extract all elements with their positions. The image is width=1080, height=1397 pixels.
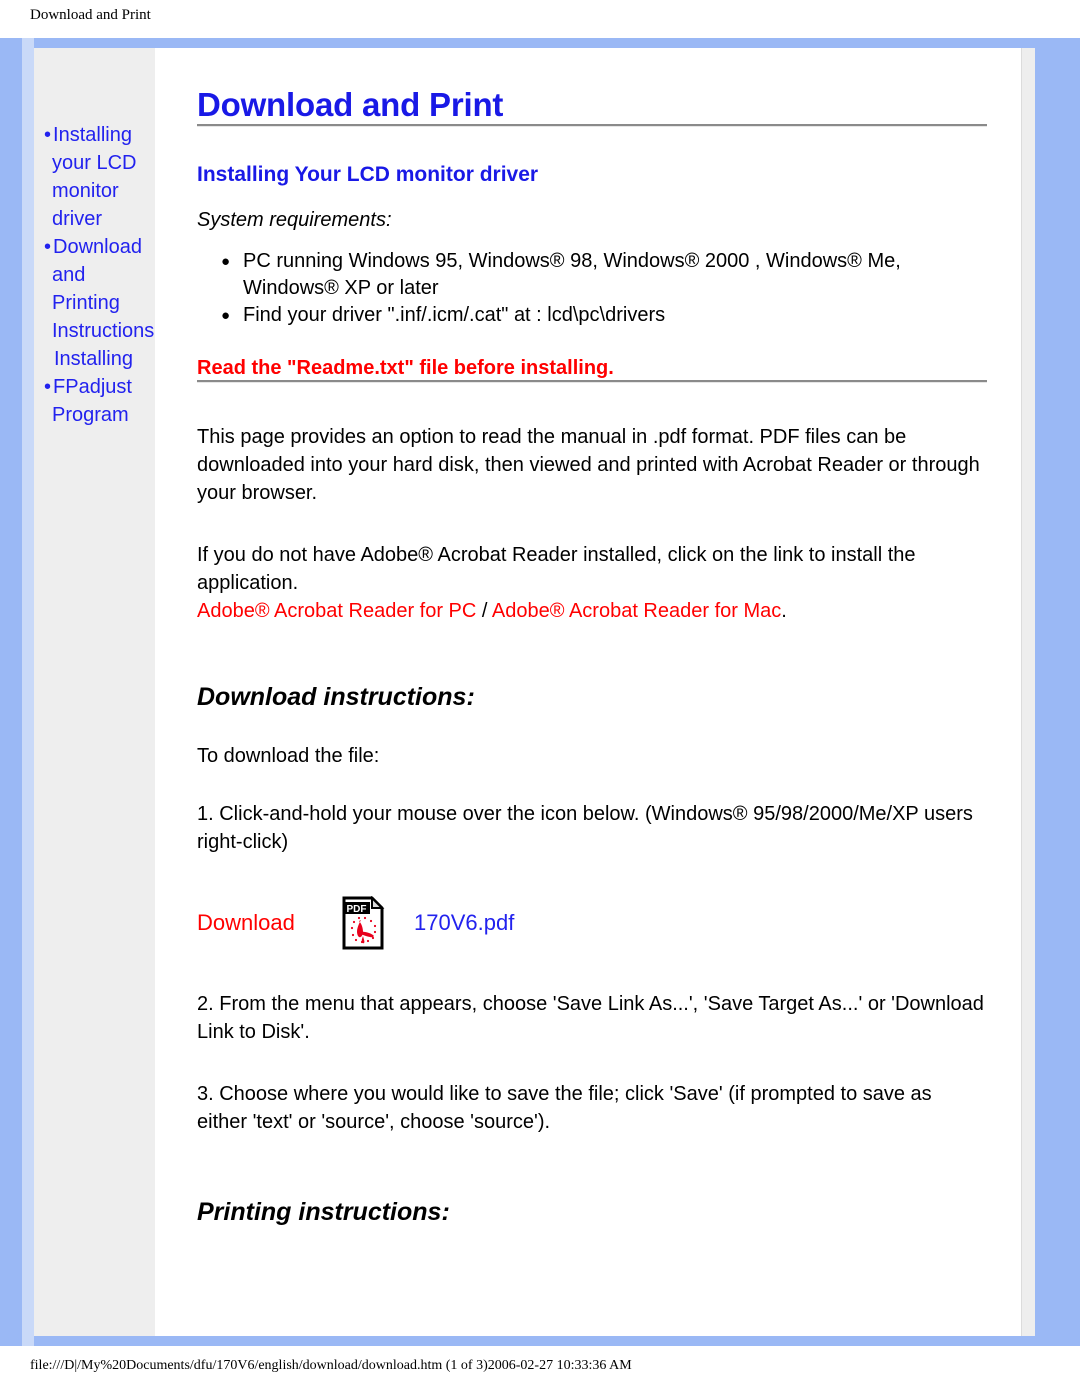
- requirement-text: PC running Windows 95, Windows® 98, Wind…: [243, 250, 901, 299]
- download-step-1: 1. Click-and-hold your mouse over the ic…: [197, 803, 973, 853]
- sentence-period: .: [781, 600, 787, 622]
- sidebar-link-installing[interactable]: Installing: [54, 345, 155, 373]
- sidebar-nav: • Installing your LCD monitor driver • Dow…: [34, 121, 155, 429]
- right-scroll-gutter[interactable]: [1021, 48, 1035, 1336]
- sidebar-item-label: Download and Printing Instructions: [52, 236, 155, 342]
- readme-warning: Read the "Readme.txt" file before instal…: [197, 357, 614, 379]
- pdf-file-icon[interactable]: PDF: [342, 895, 386, 950]
- download-row: Download PDF 170V6.pdf: [197, 856, 987, 950]
- requirement-text: Find your driver ".inf/.icm/.cat" at : l…: [243, 304, 666, 326]
- bullet-icon: •: [44, 124, 52, 146]
- left-gutter: [22, 38, 34, 1346]
- content-column: Download and Print Installing Your LCD m…: [197, 48, 987, 1227]
- list-item: ● PC running Windows 95, Windows® 98, Win…: [221, 248, 987, 302]
- print-header: Download and Print: [0, 0, 1080, 38]
- acrobat-reader-pc-link[interactable]: Adobe® Acrobat Reader for PC: [197, 600, 476, 622]
- acrobat-paragraph: If you do not have Adobe® Acrobat Reader…: [197, 507, 987, 625]
- bullet-icon: ●: [221, 307, 231, 324]
- download-lead: To download the file:: [197, 745, 380, 767]
- link-separator: /: [476, 600, 492, 622]
- page-frame: • Installing your LCD monitor driver • Dow…: [0, 38, 1080, 1346]
- download-step-2: 2. From the menu that appears, choose 'S…: [197, 993, 984, 1043]
- main-content: Download and Print Installing Your LCD m…: [155, 48, 1021, 1336]
- bullet-icon: ●: [221, 253, 231, 270]
- bullet-icon: •: [44, 236, 52, 258]
- download-label-link[interactable]: Download: [197, 910, 342, 936]
- sidebar-item-download-printing[interactable]: • Download and Printing Instructions: [44, 233, 155, 345]
- acrobat-reader-mac-link[interactable]: Adobe® Acrobat Reader for Mac: [492, 600, 781, 622]
- download-file-link[interactable]: 170V6.pdf: [414, 910, 514, 936]
- print-footer-path: file:///D|/My%20Documents/dfu/170V6/engl…: [30, 1358, 632, 1373]
- content-card: • Installing your LCD monitor driver • Dow…: [34, 48, 1035, 1336]
- acrobat-paragraph-text: If you do not have Adobe® Acrobat Reader…: [197, 544, 916, 594]
- sidebar-item-label: FPadjust Program: [52, 376, 132, 426]
- section-heading-installing-driver: Installing Your LCD monitor driver: [197, 163, 539, 186]
- page-title: Download and Print: [197, 86, 504, 123]
- intro-paragraph: This page provides an option to read the…: [197, 426, 980, 504]
- download-step-3: 3. Choose where you would like to save t…: [197, 1083, 932, 1133]
- system-requirements-label: System requirements:: [197, 209, 392, 231]
- list-item: ● Find your driver ".inf/.icm/.cat" at : …: [221, 302, 987, 329]
- sidebar-item-installing-driver[interactable]: • Installing your LCD monitor driver: [44, 121, 153, 233]
- sidebar-item-label: Installing your LCD monitor driver: [52, 124, 137, 230]
- system-requirements-list: ● PC running Windows 95, Windows® 98, Win…: [197, 232, 987, 329]
- print-footer: file:///D|/My%20Documents/dfu/170V6/engl…: [0, 1346, 1080, 1397]
- sidebar-item-fpadjust-program[interactable]: • FPadjust Program: [44, 373, 153, 429]
- download-instructions-heading: Download instructions:: [197, 683, 475, 711]
- svg-text:PDF: PDF: [347, 904, 367, 915]
- bullet-icon: •: [44, 376, 52, 398]
- print-header-title: Download and Print: [30, 7, 151, 23]
- printing-instructions-heading: Printing instructions:: [197, 1198, 450, 1226]
- sidebar: • Installing your LCD monitor driver • Dow…: [34, 48, 155, 1336]
